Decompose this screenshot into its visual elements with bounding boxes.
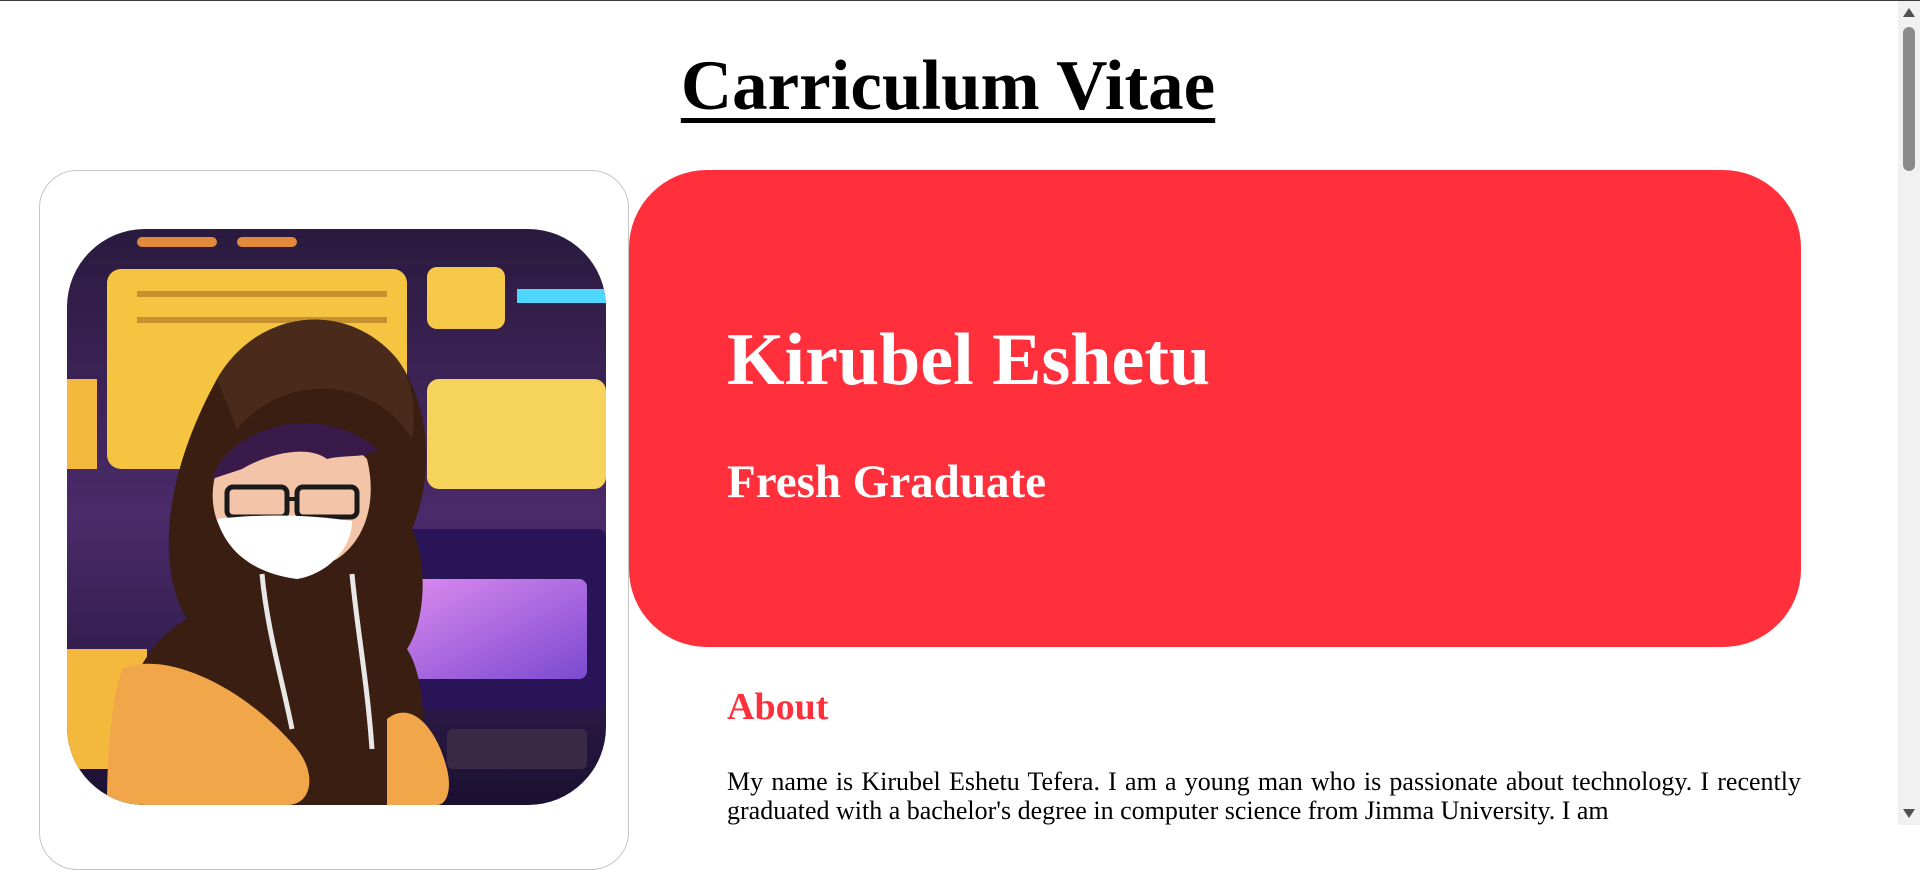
page-title: Carriculum Vitae xyxy=(680,47,1216,125)
about-text: My name is Kirubel Eshetu Tefera. I am a… xyxy=(727,767,1801,825)
hero-banner: Kirubel Eshetu Fresh Graduate xyxy=(629,170,1801,647)
vertical-scrollbar[interactable] xyxy=(1898,1,1920,825)
scroll-up-arrow-icon[interactable] xyxy=(1903,8,1915,17)
about-heading: About xyxy=(727,686,829,728)
avatar xyxy=(67,229,606,805)
scroll-down-arrow-icon[interactable] xyxy=(1903,809,1915,818)
profile-role: Fresh Graduate xyxy=(727,456,1046,508)
scroll-thumb[interactable] xyxy=(1903,27,1915,171)
profile-name: Kirubel Eshetu xyxy=(727,319,1211,401)
